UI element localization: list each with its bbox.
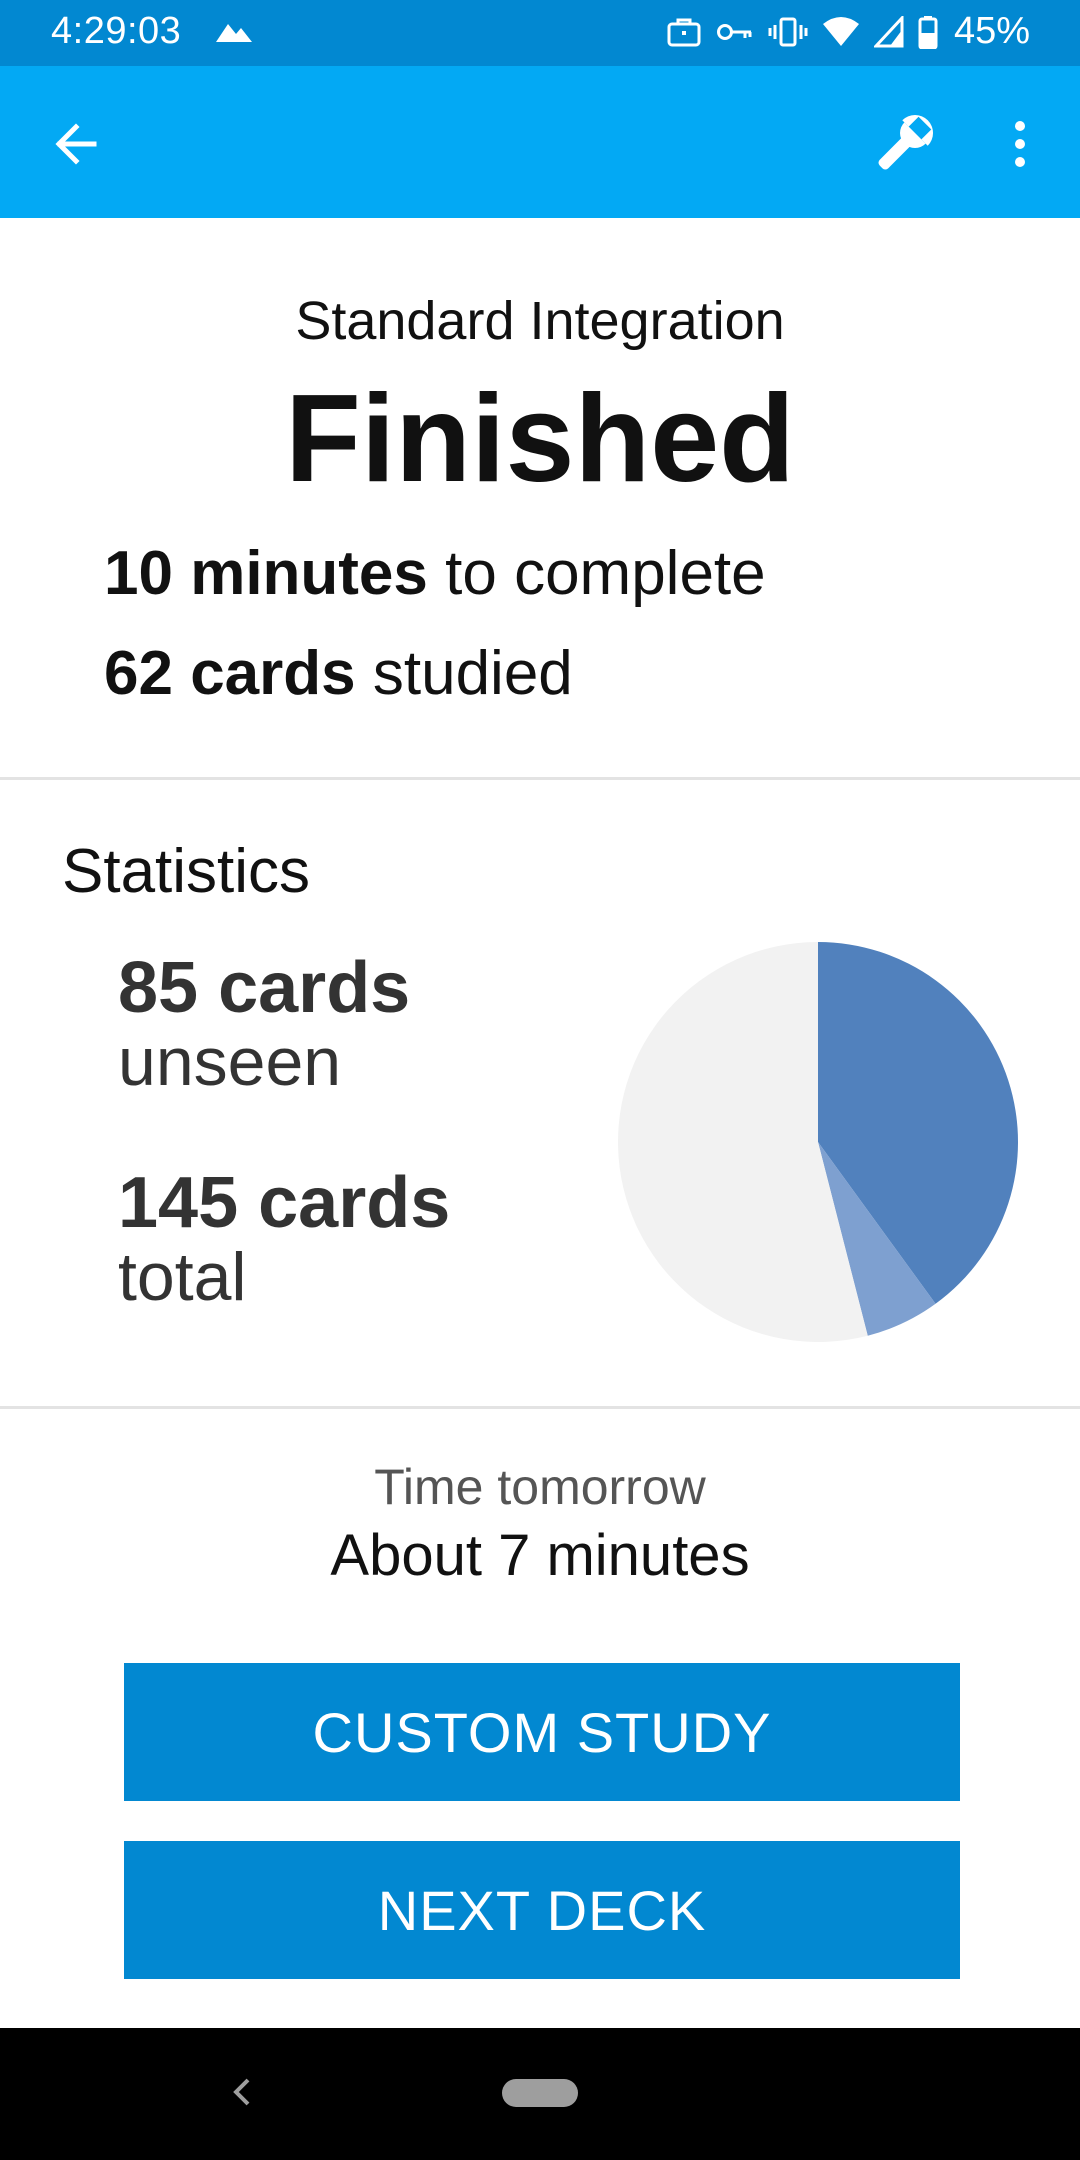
back-arrow-icon[interactable] xyxy=(46,114,106,174)
key-icon xyxy=(716,23,752,40)
total-stat: 145 cards total xyxy=(118,1165,450,1313)
cell-signal-icon xyxy=(873,15,904,47)
status-icons: 45% xyxy=(666,10,1030,53)
time-to-complete: 10 minutes to complete xyxy=(104,538,766,609)
app-bar xyxy=(0,66,1080,218)
finished-title: Finished xyxy=(285,370,795,508)
time-value: 10 minutes xyxy=(104,539,428,608)
nav-back-icon[interactable] xyxy=(222,2072,262,2112)
divider xyxy=(0,777,1080,780)
total-label: total xyxy=(118,1239,247,1315)
deck-name: Standard Integration xyxy=(295,291,785,351)
completion-summary: Standard Integration Finished 10 minutes… xyxy=(0,218,1080,778)
statistics-heading: Statistics xyxy=(62,837,311,906)
card-status-pie-chart xyxy=(618,942,1018,1342)
next-deck-button[interactable]: NEXT DECK xyxy=(124,1841,960,1979)
time-tomorrow-value: About 7 minutes xyxy=(330,1523,750,1588)
wrench-icon[interactable] xyxy=(868,110,938,180)
navigation-bar xyxy=(0,2028,1080,2160)
briefcase-icon xyxy=(667,18,701,46)
divider xyxy=(0,1406,1080,1409)
status-bar: 4:29:03 45% xyxy=(0,0,1080,66)
cards-value: 62 cards xyxy=(104,639,356,708)
total-count: 145 cards xyxy=(118,1163,451,1243)
status-time: 4:29:03 xyxy=(51,10,182,52)
more-vert-icon[interactable] xyxy=(1000,114,1040,174)
unseen-count: 85 cards xyxy=(118,948,411,1028)
home-pill-icon[interactable] xyxy=(502,2079,578,2107)
time-suffix: to complete xyxy=(427,539,766,608)
battery-icon xyxy=(918,15,938,49)
custom-study-button[interactable]: CUSTOM STUDY xyxy=(124,1663,960,1801)
vibrate-icon xyxy=(768,17,808,46)
unseen-stat: 85 cards unseen xyxy=(118,950,410,1098)
time-tomorrow-label: Time tomorrow xyxy=(374,1459,706,1515)
mountain-icon xyxy=(216,24,252,42)
cards-studied: 62 cards studied xyxy=(104,638,573,709)
battery-percent: 45% xyxy=(953,10,1030,52)
cards-suffix: studied xyxy=(355,639,573,708)
wifi-icon xyxy=(822,16,859,46)
unseen-label: unseen xyxy=(118,1024,342,1100)
